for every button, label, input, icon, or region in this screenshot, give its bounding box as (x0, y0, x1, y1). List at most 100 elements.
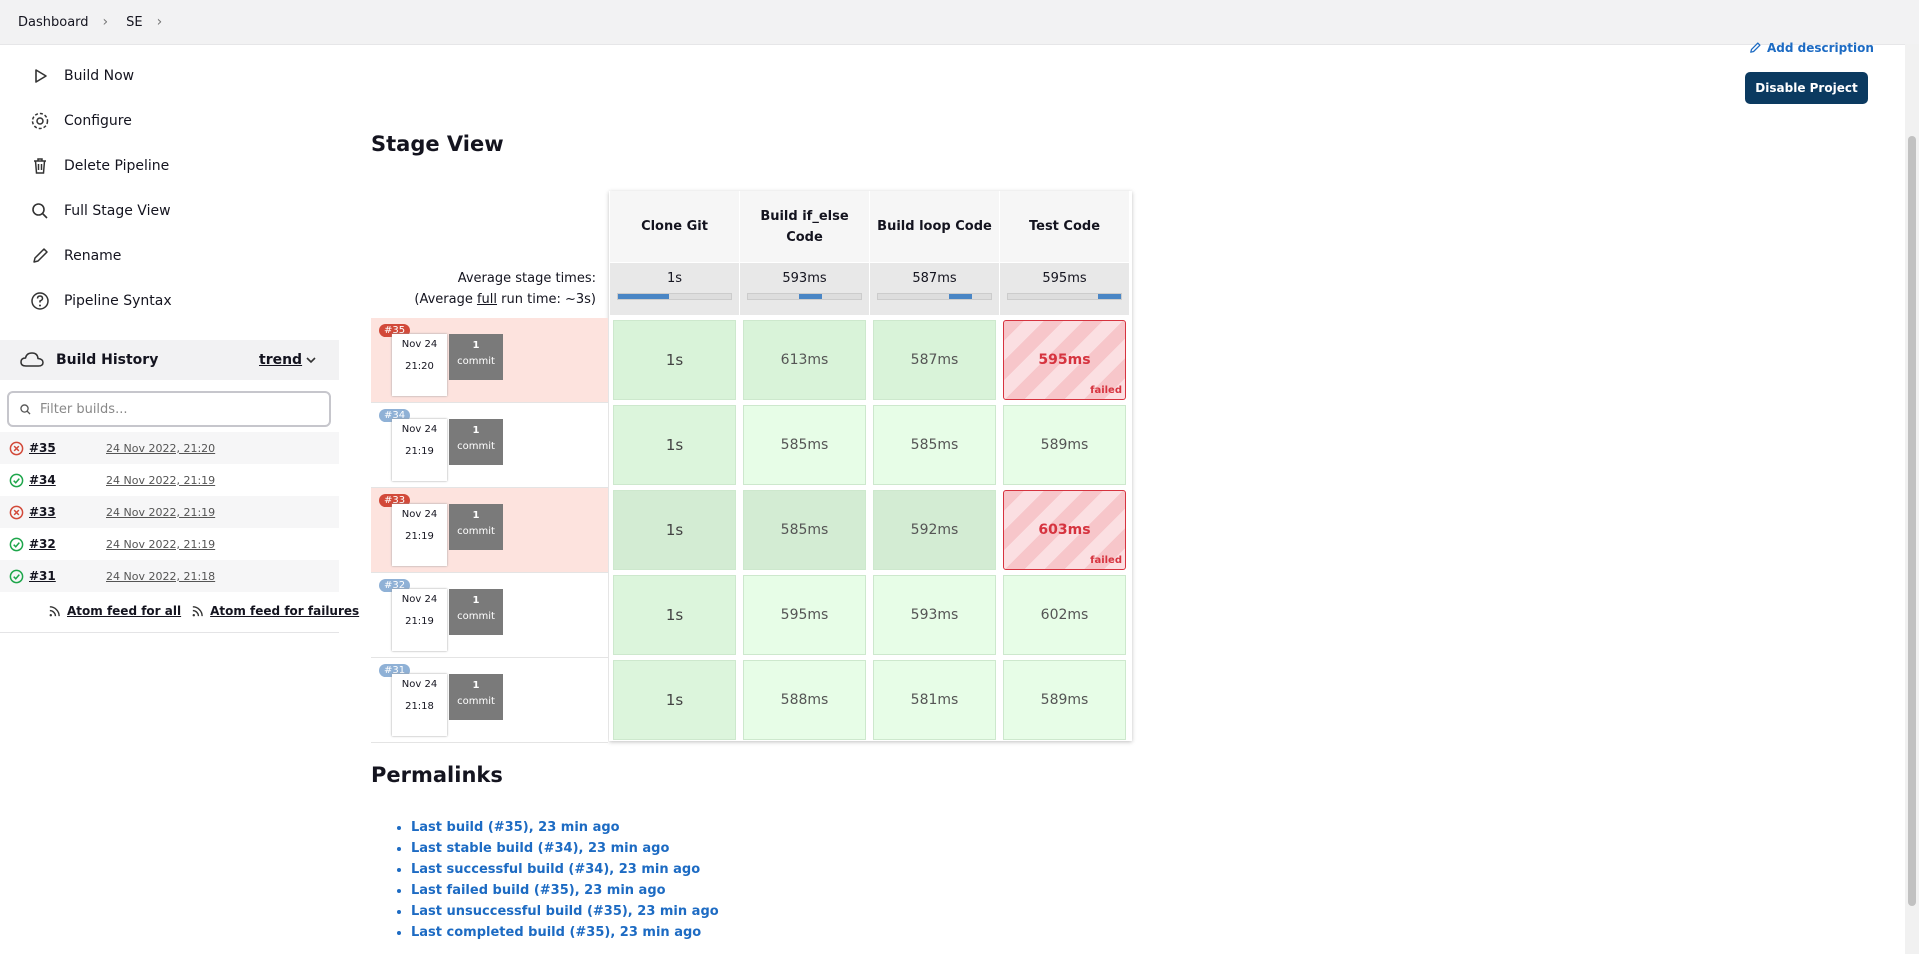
stage-duration: 1s (665, 606, 684, 624)
stage-cell[interactable]: 581ms (873, 660, 996, 740)
sidebar-item-configure[interactable]: Configure (30, 111, 132, 131)
permalink-last-successful-build[interactable]: Last successful build (#34), 23 min ago (411, 862, 719, 883)
sidebar-item-delete-pipeline[interactable]: Delete Pipeline (30, 156, 169, 176)
stage-cell[interactable]: 1s (613, 660, 736, 740)
stage-cell[interactable]: 592ms (873, 490, 996, 570)
build-history-title: Build History (56, 352, 159, 368)
stage-duration: 593ms (910, 607, 959, 623)
stage-cell[interactable]: 1s (613, 320, 736, 400)
build-row[interactable]: #35 24 Nov 2022, 21:20 (0, 432, 339, 464)
sidebar-item-label: Build Now (64, 68, 135, 84)
stage-duration: 587ms (910, 352, 959, 368)
add-description-link[interactable]: Add description (1748, 41, 1874, 55)
commit-box[interactable]: 1 commit (449, 334, 503, 380)
stage-cell[interactable]: 585ms (743, 490, 866, 570)
commit-count: 1 (472, 510, 480, 521)
chevron-right-icon[interactable]: › (103, 14, 109, 30)
build-number-link[interactable]: #31 (29, 569, 56, 583)
commit-box[interactable]: 1 commit (449, 419, 503, 465)
stage-cell[interactable]: 1s (613, 405, 736, 485)
stage-cell[interactable]: 585ms (873, 405, 996, 485)
breadcrumb-dashboard[interactable]: Dashboard (18, 15, 89, 30)
stage-cell[interactable]: 595ms failed (1003, 320, 1126, 400)
commit-word: commit (457, 611, 495, 622)
stage-cell[interactable]: 1s (613, 575, 736, 655)
average-full-link[interactable]: full (477, 292, 497, 307)
add-description-label: Add description (1767, 41, 1874, 55)
average-value: 1s (666, 271, 683, 286)
stage-cell[interactable]: 587ms (873, 320, 996, 400)
chevron-right-icon[interactable]: › (157, 14, 163, 30)
build-number-link[interactable]: #32 (29, 537, 56, 551)
run-row-summary: #32 Nov 24 21:19 1 commit (371, 573, 608, 658)
stage-cell[interactable]: 602ms (1003, 575, 1126, 655)
run-date: Nov 24 (401, 679, 438, 690)
permalink-last-unsuccessful-build[interactable]: Last unsuccessful build (#35), 23 min ag… (411, 904, 719, 925)
permalink-last-build[interactable]: Last build (#35), 23 min ago (411, 820, 719, 841)
build-date-link[interactable]: 24 Nov 2022, 21:18 (106, 570, 215, 583)
run-date-box: Nov 24 21:19 (392, 504, 447, 566)
stage-duration: 585ms (910, 437, 959, 453)
breadcrumb-se[interactable]: SE (126, 15, 142, 30)
sidebar-item-full-stage-view[interactable]: Full Stage View (30, 201, 171, 221)
average-progress-bar (1007, 293, 1122, 300)
stage-duration: 602ms (1040, 607, 1089, 623)
permalink-last-stable-build[interactable]: Last stable build (#34), 23 min ago (411, 841, 719, 862)
build-row[interactable]: #32 24 Nov 2022, 21:19 (0, 528, 339, 560)
stage-duration: 595ms (1038, 352, 1091, 368)
stage-cell[interactable]: 1s (613, 490, 736, 570)
commit-count: 1 (472, 595, 480, 606)
commit-box[interactable]: 1 commit (449, 589, 503, 635)
average-label-line1: Average stage times: (457, 271, 596, 286)
stage-cell[interactable]: 589ms (1003, 660, 1126, 740)
run-date: Nov 24 (401, 594, 438, 605)
success-status-icon (9, 473, 24, 488)
build-date-link[interactable]: 24 Nov 2022, 21:19 (106, 506, 215, 519)
atom-feed-failures-link[interactable]: Atom feed for failures (210, 604, 359, 618)
run-date: Nov 24 (401, 424, 438, 435)
build-number-link[interactable]: #35 (29, 441, 56, 455)
average-progress-bar (617, 293, 732, 300)
stage-cell[interactable]: 593ms (873, 575, 996, 655)
average-progress-bar (877, 293, 992, 300)
sidebar-item-build-now[interactable]: Build Now (30, 66, 134, 86)
run-time: 21:20 (405, 361, 434, 372)
commit-box[interactable]: 1 commit (449, 504, 503, 550)
disable-project-button[interactable]: Disable Project (1745, 72, 1868, 104)
atom-feed-all-link[interactable]: Atom feed for all (67, 604, 181, 618)
average-value: 587ms (912, 271, 957, 286)
sidebar-item-pipeline-syntax[interactable]: Pipeline Syntax (30, 291, 172, 311)
stage-cell[interactable]: 603ms failed (1003, 490, 1126, 570)
run-date: Nov 24 (401, 339, 438, 350)
play-icon (35, 69, 47, 83)
stage-cell[interactable]: 589ms (1003, 405, 1126, 485)
trend-link[interactable]: trend (259, 352, 302, 368)
build-number-link[interactable]: #34 (29, 473, 56, 487)
build-row[interactable]: #34 24 Nov 2022, 21:19 (0, 464, 339, 496)
stage-cell[interactable]: 585ms (743, 405, 866, 485)
sidebar-item-rename[interactable]: Rename (30, 246, 121, 266)
stage-cell[interactable]: 588ms (743, 660, 866, 740)
scrollbar-thumb[interactable] (1908, 136, 1916, 906)
page-scrollbar[interactable] (1905, 44, 1919, 954)
sidebar-item-label: Pipeline Syntax (64, 293, 172, 309)
run-row-summary: #33 Nov 24 21:19 1 commit (371, 488, 608, 573)
permalink-last-failed-build[interactable]: Last failed build (#35), 23 min ago (411, 883, 719, 904)
build-date-link[interactable]: 24 Nov 2022, 21:19 (106, 538, 215, 551)
build-row[interactable]: #33 24 Nov 2022, 21:19 (0, 496, 339, 528)
build-date-link[interactable]: 24 Nov 2022, 21:20 (106, 442, 215, 455)
build-row[interactable]: #31 24 Nov 2022, 21:18 (0, 560, 339, 592)
permalink-last-completed-build[interactable]: Last completed build (#35), 23 min ago (411, 925, 719, 946)
stage-cell[interactable]: 595ms (743, 575, 866, 655)
run-time: 21:19 (405, 616, 434, 627)
build-date-link[interactable]: 24 Nov 2022, 21:19 (106, 474, 215, 487)
stage-cell[interactable]: 613ms (743, 320, 866, 400)
chevron-down-icon[interactable] (305, 354, 317, 366)
run-date-box: Nov 24 21:19 (392, 589, 447, 651)
build-number-link[interactable]: #33 (29, 505, 56, 519)
help-icon (31, 292, 49, 310)
filter-builds-input[interactable]: Filter builds... (7, 391, 331, 427)
commit-box[interactable]: 1 commit (449, 674, 503, 720)
stage-duration: 603ms (1038, 522, 1091, 538)
stage-duration: 588ms (780, 692, 829, 708)
